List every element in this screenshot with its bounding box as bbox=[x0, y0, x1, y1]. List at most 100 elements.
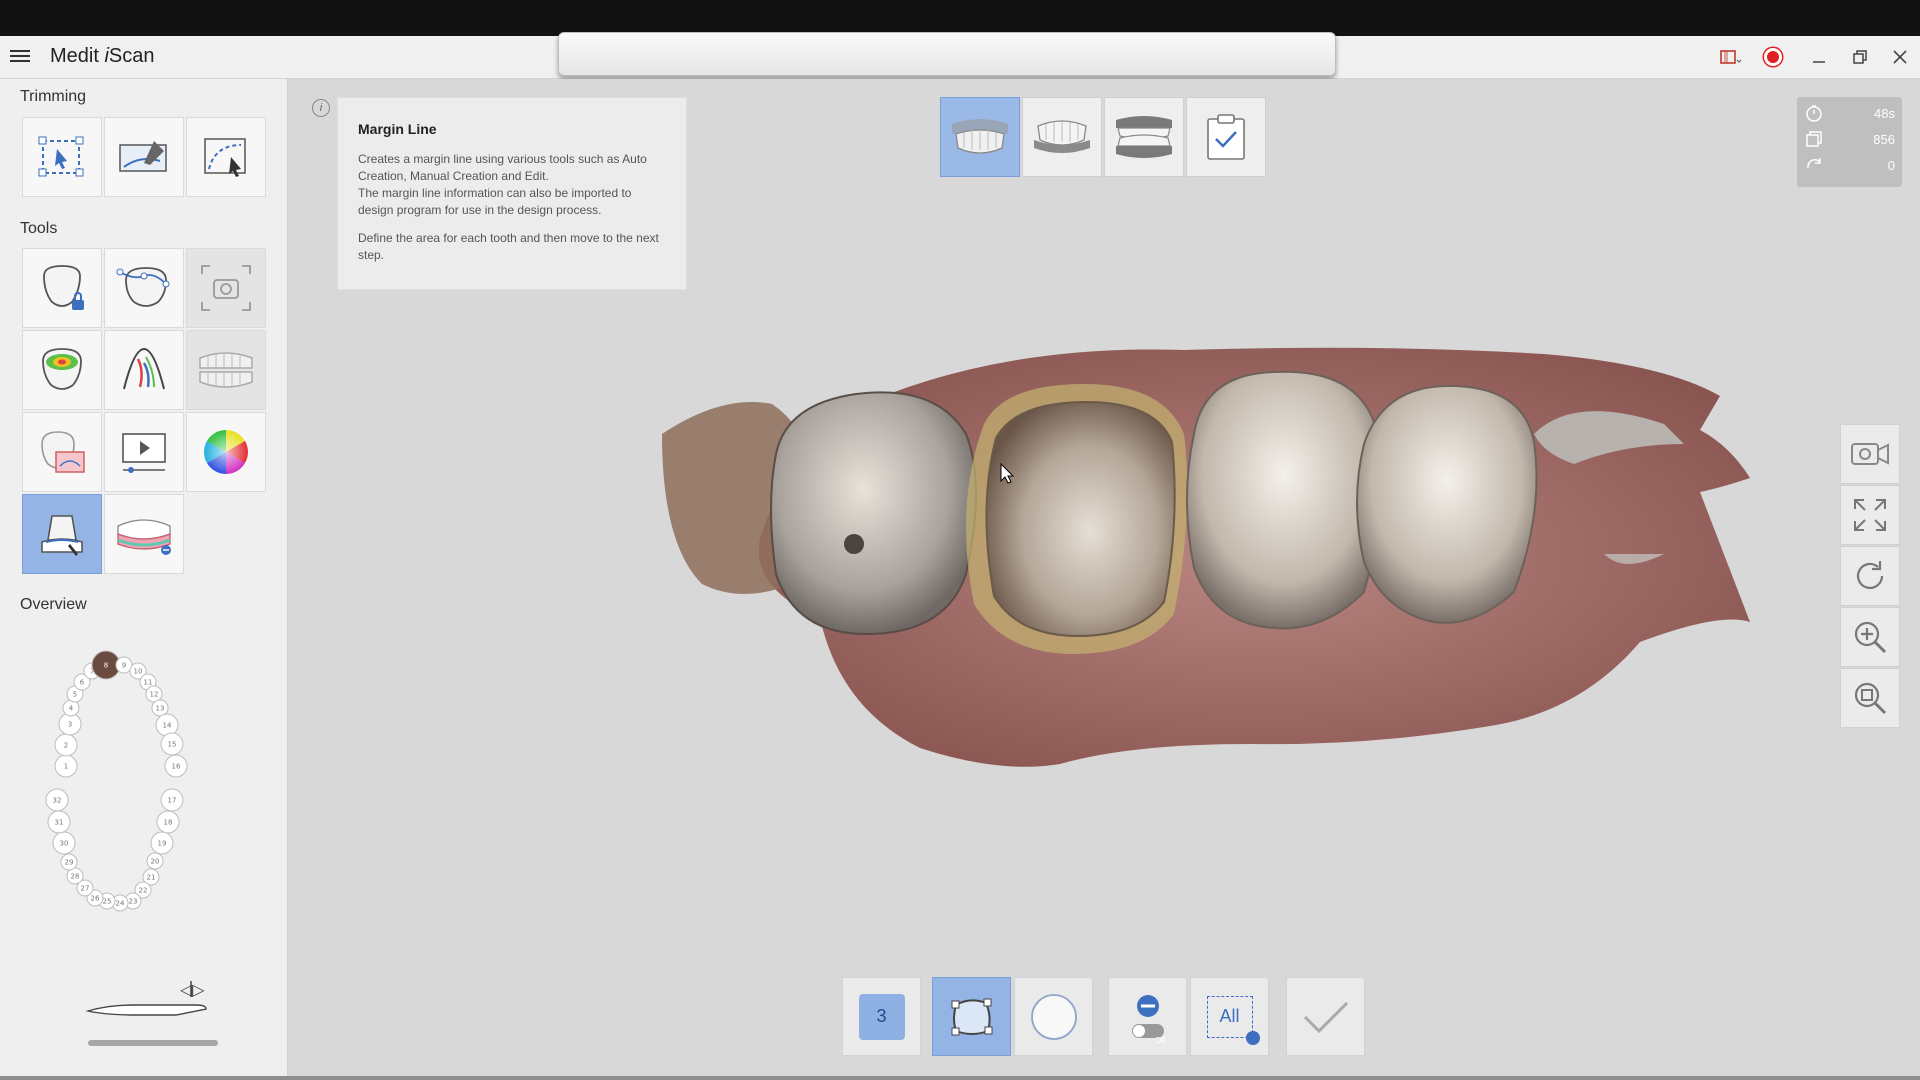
info-icon[interactable]: i bbox=[312, 99, 330, 117]
tooth-label-2: 2 bbox=[64, 742, 68, 750]
apply-button[interactable] bbox=[1286, 977, 1365, 1056]
rotation-icon bbox=[1807, 158, 1821, 169]
zoom-in-button[interactable] bbox=[1840, 607, 1900, 667]
trim-brush-icon bbox=[119, 141, 167, 172]
trimming-title: Trimming bbox=[20, 88, 87, 105]
stat-rotation: 0 bbox=[1805, 154, 1895, 176]
occlusion-button[interactable] bbox=[186, 330, 266, 410]
record-icon[interactable] bbox=[1759, 44, 1787, 70]
tooth-label-8: 8 bbox=[104, 662, 108, 670]
capture-button[interactable] bbox=[186, 248, 266, 328]
expand-icon bbox=[1854, 499, 1886, 531]
info-panel-text-1: Creates a margin line using various tool… bbox=[358, 152, 647, 183]
occlusion-view-button[interactable] bbox=[1104, 97, 1184, 177]
tooth-chart[interactable]: 12345678 91011121314151617181920212223242… bbox=[40, 624, 240, 944]
select-all-label: All bbox=[1219, 1006, 1240, 1026]
frames-icon bbox=[1806, 131, 1822, 147]
tooth-number-button[interactable]: 3 bbox=[842, 977, 921, 1056]
mandible-button[interactable] bbox=[1022, 97, 1102, 177]
tooth-label-14: 14 bbox=[163, 722, 172, 730]
dental-scan-model[interactable] bbox=[564, 314, 1904, 834]
heatmap-tooth-icon bbox=[42, 348, 82, 390]
info-panel-title: Margin Line bbox=[358, 121, 437, 137]
restore-icon[interactable] bbox=[1846, 44, 1874, 70]
zoom-area-button[interactable] bbox=[1840, 668, 1900, 728]
refresh-icon bbox=[1856, 561, 1884, 589]
tooth-label-31: 31 bbox=[55, 819, 64, 827]
tooth-label-19: 19 bbox=[158, 840, 167, 848]
heatmap-tooth-button[interactable] bbox=[22, 330, 102, 410]
tooth-label-20: 20 bbox=[151, 858, 160, 866]
sidebar: Trimming Tools Overview 1 2 3 4 5 6 7 8 … bbox=[0, 79, 288, 1080]
remove-toggle-button[interactable]: Off bbox=[1108, 977, 1187, 1056]
capture-icon bbox=[201, 265, 251, 311]
trim-cut-button[interactable] bbox=[186, 117, 266, 197]
minus-toggle-icon bbox=[1131, 994, 1164, 1038]
tooth-number: 3 bbox=[858, 993, 905, 1040]
stat-time: 48s bbox=[1805, 102, 1895, 124]
scanner-handpiece-icon: ◁▷ bbox=[85, 980, 207, 1016]
occlusion-icon bbox=[199, 352, 253, 388]
close-icon[interactable] bbox=[1886, 44, 1914, 70]
info-panel-text-3: Define the area for each tooth and then … bbox=[358, 231, 659, 262]
video-camera-icon bbox=[1851, 443, 1889, 465]
info-panel-text-2: The margin line information can also be … bbox=[358, 186, 632, 217]
playback-button[interactable] bbox=[104, 412, 184, 492]
tooth-path-button[interactable] bbox=[104, 248, 184, 328]
tooth-label-10: 10 bbox=[134, 668, 143, 676]
tooth-label-9: 9 bbox=[122, 662, 126, 670]
maxilla-button[interactable] bbox=[940, 97, 1020, 177]
tooth-label-25: 25 bbox=[103, 898, 112, 906]
lock-tooth-icon bbox=[43, 265, 84, 310]
tooth-label-24: 24 bbox=[116, 900, 125, 908]
overlay-icon bbox=[41, 431, 85, 473]
color-wheel-icon bbox=[204, 430, 248, 474]
overview-title: Overview bbox=[20, 596, 87, 613]
checkmark-icon bbox=[1303, 1001, 1348, 1033]
tooth-label-15: 15 bbox=[168, 741, 177, 749]
menu-icon[interactable] bbox=[10, 47, 30, 65]
jaw-model-button[interactable] bbox=[104, 494, 184, 574]
app-title-prefix: Medit bbox=[50, 45, 105, 67]
reset-view-button[interactable] bbox=[1840, 546, 1900, 606]
occlusion-view-icon bbox=[1116, 116, 1172, 158]
minimize-icon[interactable] bbox=[1805, 44, 1833, 70]
tooth-label-21: 21 bbox=[147, 874, 156, 882]
tooth-label-13: 13 bbox=[156, 705, 165, 713]
tooth-path-icon bbox=[116, 267, 170, 307]
margin-line-button[interactable] bbox=[22, 494, 102, 574]
tooth-label-32: 32 bbox=[53, 797, 62, 805]
mouse-cursor-icon bbox=[1000, 463, 1015, 484]
tools-title: Tools bbox=[20, 220, 58, 237]
trim-brush-button[interactable] bbox=[104, 117, 184, 197]
trim-select-button[interactable] bbox=[22, 117, 102, 197]
screen-layout-icon[interactable] bbox=[1716, 44, 1744, 70]
toggle-label: Off bbox=[1155, 1036, 1166, 1045]
select-all-button[interactable]: All bbox=[1190, 977, 1269, 1056]
tooth-label-17: 17 bbox=[168, 797, 177, 805]
circle-tool-button[interactable] bbox=[1014, 977, 1093, 1056]
polygon-tool-button[interactable] bbox=[932, 977, 1011, 1056]
video-capture-button[interactable] bbox=[1840, 424, 1900, 484]
tooth-label-30: 30 bbox=[60, 840, 69, 848]
review-button[interactable] bbox=[1186, 97, 1266, 177]
app-title: Medit iScan bbox=[50, 45, 155, 68]
lasso-select-icon bbox=[38, 136, 84, 177]
overlay-button[interactable] bbox=[22, 412, 102, 492]
undercut-button[interactable] bbox=[104, 330, 184, 410]
color-wheel-button[interactable] bbox=[186, 412, 266, 492]
screen-top-bar bbox=[0, 0, 1920, 36]
svg-text:◁▷: ◁▷ bbox=[179, 980, 205, 999]
trim-cut-icon bbox=[204, 138, 246, 177]
tooth-label-4: 4 bbox=[69, 705, 74, 713]
undercut-icon bbox=[123, 347, 165, 390]
jaw-model-icon bbox=[117, 519, 171, 555]
scan-stats-panel: 48s 856 0 bbox=[1797, 97, 1902, 187]
tooth-label-29: 29 bbox=[65, 859, 74, 867]
clipboard-check-icon bbox=[1207, 114, 1245, 160]
fit-to-screen-button[interactable] bbox=[1840, 485, 1900, 545]
search-bar[interactable] bbox=[558, 32, 1336, 76]
lock-tooth-button[interactable] bbox=[22, 248, 102, 328]
scanner-progress-bar bbox=[88, 1040, 218, 1046]
tooth-label-16: 16 bbox=[172, 763, 181, 771]
